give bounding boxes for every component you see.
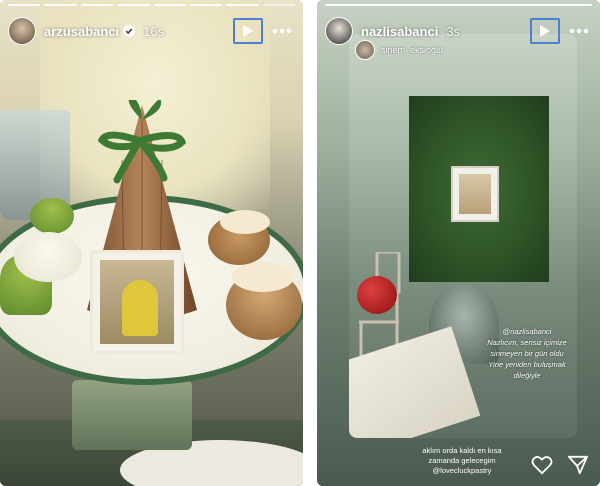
username[interactable]: nazlisabanci [361,24,438,39]
story-header: nazlisabanci 3s [325,14,592,48]
overlay-line: aklım orda kaldı en kısa [422,446,502,455]
caption-line: Nazlıcım, sensiz içimize [487,338,567,347]
play-button[interactable] [233,18,263,44]
username[interactable]: arzusabanci [44,24,119,39]
story-left[interactable]: arzusabanci 16s [0,0,303,486]
framed-photo [90,250,184,354]
caption-line: Yine yeniden buluşmak [488,360,566,369]
play-icon [540,25,550,37]
story-text-overlay: aklım orda kaldı en kısa zamanda geleceg… [387,446,537,476]
cake-stand-base [72,380,192,450]
story-progress [8,4,295,6]
heart-icon[interactable] [531,455,553,475]
play-button[interactable] [530,18,560,44]
framed-photo [451,166,499,222]
cream-topping [232,262,294,292]
overlay-line: zamanda gelecegim [428,456,496,465]
story-right[interactable]: sinem_eksioglu @nazlisabanci Nazlıcım, s… [317,0,600,486]
more-options-button[interactable] [269,21,295,41]
more-icon [569,28,589,34]
more-icon [272,28,292,34]
play-icon [243,25,253,37]
timestamp: 3s [446,23,461,39]
reshared-post[interactable]: sinem_eksioglu @nazlisabanci Nazlıcım, s… [349,34,577,438]
post-caption: @nazlisabanci Nazlıcım, sensiz içimize s… [477,326,577,381]
story-header: arzusabanci 16s [8,14,295,48]
story-progress [325,4,592,6]
verified-badge-icon [123,25,136,37]
cream-topping [220,210,270,234]
timestamp: 16s [143,23,165,39]
caption-mention[interactable]: @nazlisabanci [477,326,577,337]
overlay-mention[interactable]: @lovecluckpastry [387,466,537,476]
avatar[interactable] [325,17,353,45]
caption-line: dileğiyle [513,371,541,380]
send-icon[interactable] [567,455,589,475]
caption-line: sinmeyen bir gün oldu [490,349,564,358]
avatar[interactable] [8,17,36,45]
dessert-cup [30,198,74,234]
photo [100,260,174,344]
photo-person [122,280,158,336]
photo [459,174,491,214]
dessert-white [14,232,82,282]
more-options-button[interactable] [566,21,592,41]
red-apple [357,276,397,314]
